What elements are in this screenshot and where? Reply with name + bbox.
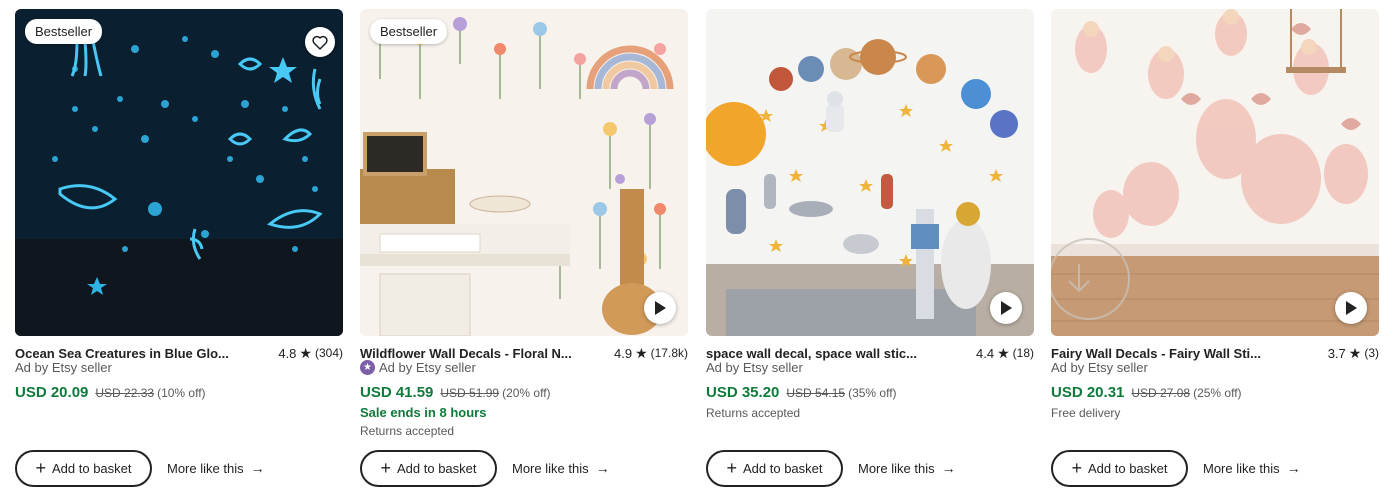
rating-value: 4.9: [614, 345, 633, 361]
original-price: USD 22.33: [95, 386, 155, 400]
play-icon: [1001, 301, 1012, 315]
play-icon: [1346, 301, 1357, 315]
more-like-this-link[interactable]: More like this →: [512, 460, 610, 476]
review-count: (18): [1012, 346, 1034, 360]
heart-icon: [312, 35, 328, 50]
sale-price: USD 35.20: [706, 384, 780, 401]
plus-icon: +: [726, 457, 737, 478]
rating: 4.8 ★ (304): [278, 345, 343, 362]
star-icon: ★: [1348, 344, 1362, 361]
discount: (35% off): [848, 386, 897, 400]
discount: (25% off): [1193, 386, 1242, 400]
rating: 4.4 ★ (18): [976, 345, 1034, 362]
seller-label: Ad by Etsy seller: [1051, 360, 1148, 375]
add-to-basket-button[interactable]: + Add to basket: [15, 450, 152, 487]
listing-grid: Bestseller Ocean Sea Creatures in Blue G…: [0, 0, 1394, 496]
rating: 3.7 ★ (3): [1328, 345, 1379, 362]
listing-card[interactable]: Fairy Wall Decals - Fairy Wall Sti... 3.…: [1051, 9, 1379, 489]
original-price: USD 51.99: [440, 386, 500, 400]
price-row: USD 20.31 USD 27.08 (25% off): [1051, 384, 1242, 401]
star-icon: ★: [299, 344, 312, 361]
discount: (20% off): [502, 386, 551, 400]
add-to-basket-label: Add to basket: [1088, 461, 1168, 476]
play-video-button[interactable]: [990, 292, 1022, 324]
more-like-this-label: More like this: [167, 460, 244, 476]
price-row: USD 41.59 USD 51.99 (20% off): [360, 384, 551, 401]
play-video-button[interactable]: [1335, 292, 1367, 324]
listing-card[interactable]: Bestseller Wildflower Wall Decals - Flor…: [360, 9, 688, 489]
add-to-basket-button[interactable]: + Add to basket: [360, 450, 497, 487]
star-icon: ★: [997, 344, 1010, 361]
rating: 4.9 ★ (17.8k): [614, 345, 688, 362]
add-to-basket-button[interactable]: + Add to basket: [1051, 450, 1188, 487]
plus-icon: +: [35, 457, 46, 478]
more-like-this-label: More like this: [512, 460, 589, 476]
add-to-basket-label: Add to basket: [743, 461, 823, 476]
original-price: USD 27.08: [1131, 386, 1191, 400]
rating-value: 4.4: [976, 345, 995, 361]
seller-text: Ad by Etsy seller: [706, 360, 803, 375]
listing-title[interactable]: space wall decal, space wall stic...: [706, 346, 976, 361]
add-to-basket-label: Add to basket: [52, 461, 132, 476]
returns-note: Returns accepted: [360, 424, 455, 438]
listing-photo: [15, 9, 343, 336]
listing-card[interactable]: Bestseller Ocean Sea Creatures in Blue G…: [15, 9, 343, 489]
plus-icon: +: [380, 457, 391, 478]
rating-value: 3.7: [1327, 345, 1346, 361]
review-count: (17.8k): [650, 346, 688, 360]
favorite-button[interactable]: [305, 27, 335, 57]
price-row: USD 35.20 USD 54.15 (35% off): [706, 384, 897, 401]
play-video-button[interactable]: [644, 292, 676, 324]
more-like-this-link[interactable]: More like this →: [1203, 460, 1301, 476]
sale-ends-text: Sale ends in 8 hours: [360, 405, 487, 420]
bestseller-badge: Bestseller: [370, 19, 448, 44]
original-price: USD 54.15: [786, 386, 846, 400]
listing-photo: [360, 9, 688, 336]
listing-image[interactable]: Bestseller: [360, 9, 688, 336]
add-to-basket-button[interactable]: + Add to basket: [706, 450, 843, 487]
star-seller-icon: ★: [360, 360, 375, 375]
arrow-right-icon: →: [1286, 460, 1301, 476]
listing-photo: [706, 9, 1034, 336]
delivery-note: Free delivery: [1051, 406, 1121, 420]
seller-text: Ad by Etsy seller: [1051, 360, 1148, 375]
more-like-this-label: More like this: [858, 460, 935, 476]
listing-title[interactable]: Ocean Sea Creatures in Blue Glo...: [15, 346, 278, 361]
more-like-this-link[interactable]: More like this →: [167, 460, 265, 476]
seller-label: Ad by Etsy seller: [15, 360, 112, 375]
listing-photo: [1051, 9, 1379, 336]
play-icon: [655, 301, 666, 315]
returns-note: Returns accepted: [706, 406, 801, 420]
listing-card[interactable]: space wall decal, space wall stic... 4.4…: [706, 9, 1034, 489]
price-row: USD 20.09 USD 22.33 (10% off): [15, 384, 206, 401]
more-like-this-label: More like this: [1203, 460, 1280, 476]
star-icon: ★: [635, 344, 648, 361]
seller-text: Ad by Etsy seller: [379, 360, 476, 375]
seller-label: Ad by Etsy seller: [706, 360, 803, 375]
discount: (10% off): [157, 386, 206, 400]
arrow-right-icon: →: [595, 460, 610, 476]
sale-price: USD 41.59: [360, 384, 434, 401]
review-count: (3): [1364, 346, 1379, 360]
review-count: (304): [314, 346, 343, 360]
add-to-basket-label: Add to basket: [397, 461, 477, 476]
seller-label: ★ Ad by Etsy seller: [360, 360, 476, 375]
sale-price: USD 20.31: [1051, 384, 1125, 401]
listing-image[interactable]: [706, 9, 1034, 336]
arrow-right-icon: →: [941, 460, 956, 476]
sale-price: USD 20.09: [15, 384, 89, 401]
listing-image[interactable]: Bestseller: [15, 9, 343, 336]
listing-image[interactable]: [1051, 9, 1379, 336]
bestseller-badge: Bestseller: [25, 19, 103, 44]
plus-icon: +: [1071, 457, 1082, 478]
more-like-this-link[interactable]: More like this →: [858, 460, 956, 476]
arrow-right-icon: →: [250, 460, 265, 476]
seller-text: Ad by Etsy seller: [15, 360, 112, 375]
listing-title[interactable]: Wildflower Wall Decals - Floral N...: [360, 346, 614, 361]
rating-value: 4.8: [278, 345, 297, 361]
listing-title[interactable]: Fairy Wall Decals - Fairy Wall Sti...: [1051, 346, 1328, 361]
